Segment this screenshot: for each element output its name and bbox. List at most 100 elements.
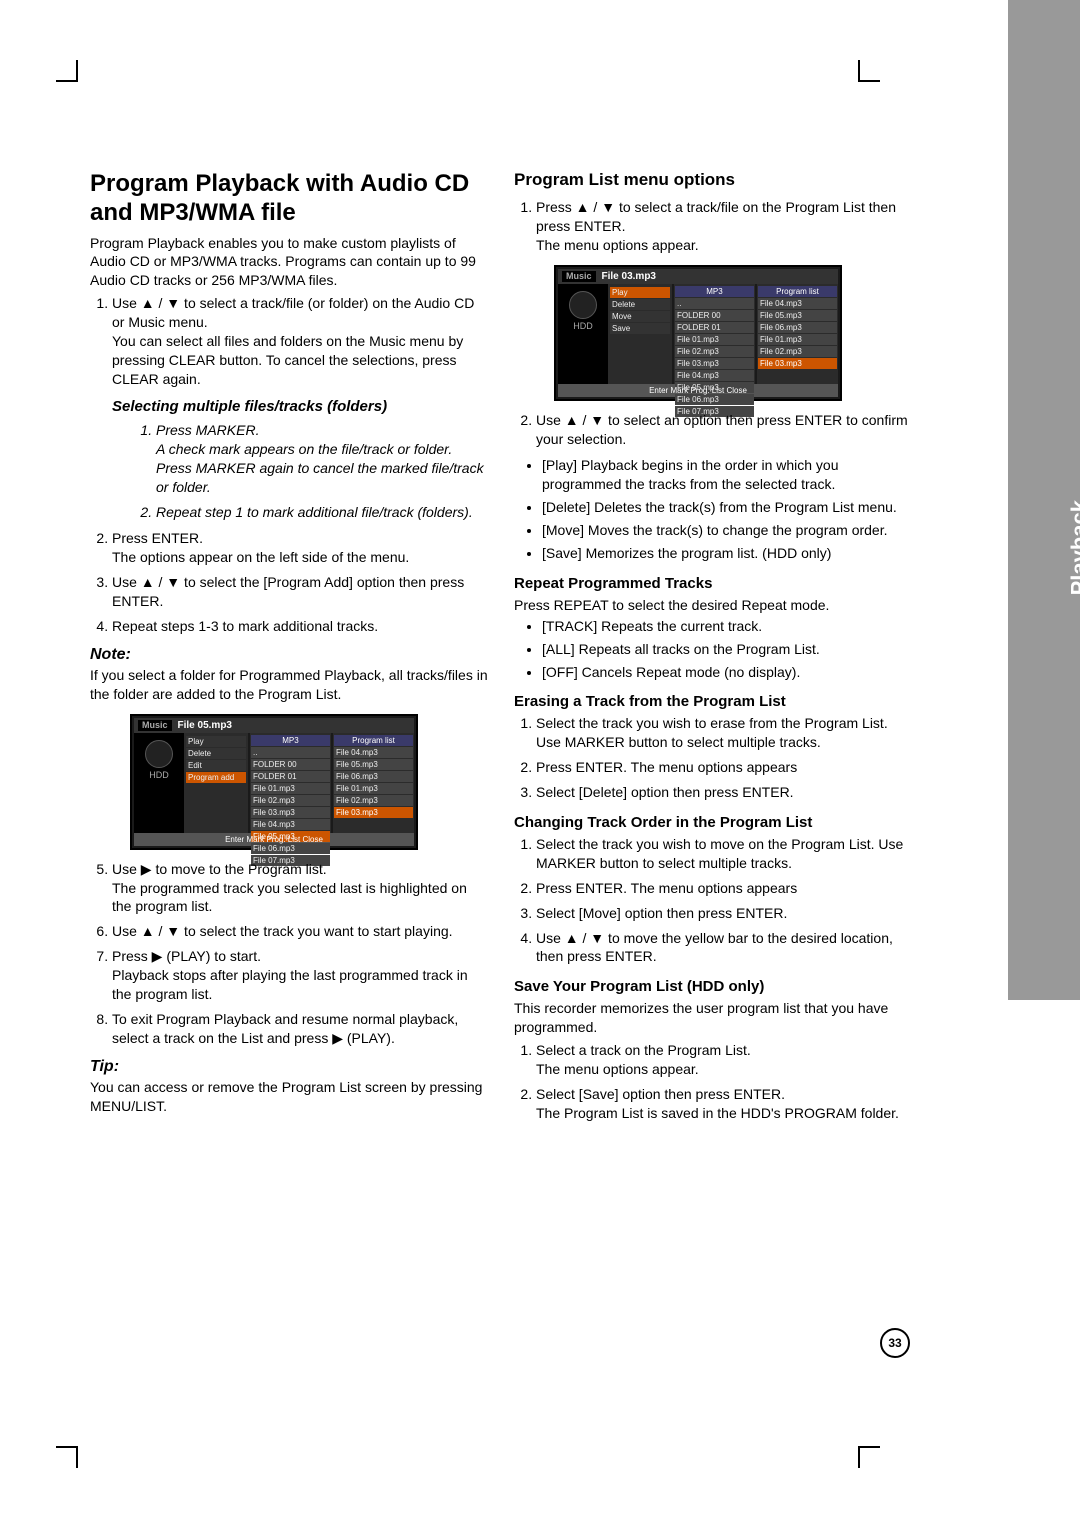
shot1-file-column: MP3 .. FOLDER 00 FOLDER 01 File 01.mp3 F… (250, 733, 331, 833)
note-paragraph: If you select a folder for Programmed Pl… (90, 666, 490, 704)
crop-mark-top-right (858, 60, 880, 82)
hdd-icon (145, 740, 173, 768)
shot2-mid-2: FOLDER 01 (675, 322, 754, 333)
page: Playback Program Playback with Audio CD … (0, 0, 1080, 1528)
note-heading: Note: (90, 646, 490, 664)
sel-1a: Press MARKER. (156, 422, 259, 438)
step-8: To exit Program Playback and resume norm… (112, 1010, 490, 1048)
save-p: This recorder memorizes the user program… (514, 999, 914, 1037)
shot1-menu-column: Play Delete Edit Program add (184, 733, 248, 833)
shot1-menu-programadd: Program add (186, 772, 246, 783)
shot2-mid-8: File 06.mp3 (675, 394, 754, 405)
shot1-mid-3: File 01.mp3 (251, 783, 330, 794)
rb-all: [ALL] Repeats all tracks on the Program … (542, 640, 914, 659)
shot1-r1: File 05.mp3 (334, 759, 413, 770)
step-7a: Press ▶ (PLAY) to start. (112, 948, 261, 964)
option-bullets: [Play] Playback begins in the order in w… (514, 456, 914, 562)
shot2-r3: File 01.mp3 (758, 334, 837, 345)
shot2-r2: File 06.mp3 (758, 322, 837, 333)
shot2-hdd-label: HDD (558, 321, 608, 331)
e3: Select [Delete] option then press ENTER. (536, 783, 914, 802)
change-heading: Changing Track Order in the Program List (514, 814, 914, 831)
shot1-mid-5: File 03.mp3 (251, 807, 330, 818)
sel-step-1: Press MARKER. A check mark appears on th… (156, 421, 490, 497)
ui-screenshot-1: Music File 05.mp3 HDD Play Delete Edit P… (130, 714, 418, 850)
shot2-mid-5: File 03.mp3 (675, 358, 754, 369)
step-3: Use ▲ / ▼ to select the [Program Add] op… (112, 573, 490, 611)
shot2-left-panel: HDD (558, 284, 608, 384)
right-ol-1: Press ▲ / ▼ to select a track/file on th… (514, 198, 914, 255)
shot1-mid-6: File 04.mp3 (251, 819, 330, 830)
r-step-2: Use ▲ / ▼ to select an option then press… (536, 411, 914, 449)
opt-move: [Move] Moves the track(s) to change the … (542, 521, 914, 540)
shot1-r4: File 02.mp3 (334, 795, 413, 806)
selecting-heading: Selecting multiple files/tracks (folders… (112, 397, 490, 417)
rb-off: [OFF] Cancels Repeat mode (no display). (542, 663, 914, 682)
rb-track: [TRACK] Repeats the current track. (542, 617, 914, 636)
c4: Use ▲ / ▼ to move the yellow bar to the … (536, 929, 914, 967)
shot1-left-panel: HDD (134, 733, 184, 833)
right-heading: Program List menu options (514, 170, 914, 190)
shot1-r0: File 04.mp3 (334, 747, 413, 758)
shot2-mid-4: File 02.mp3 (675, 346, 754, 357)
repeat-heading: Repeat Programmed Tracks (514, 575, 914, 592)
e2: Press ENTER. The menu options appears (536, 758, 914, 777)
tip-paragraph: You can access or remove the Program Lis… (90, 1078, 490, 1116)
intro-paragraph: Program Playback enables you to make cus… (90, 234, 490, 291)
right-ol-2: Use ▲ / ▼ to select an option then press… (514, 411, 914, 449)
sel-step-2: Repeat step 1 to mark additional file/tr… (156, 503, 490, 522)
shot1-r3: File 01.mp3 (334, 783, 413, 794)
change-list: Select the track you wish to move on the… (514, 835, 914, 966)
shot2-program-column: Program list File 04.mp3 File 05.mp3 Fil… (757, 284, 838, 384)
step-1-text-a: Use ▲ / ▼ to select a track/file (or fol… (112, 295, 474, 330)
shot2-mid-6: File 04.mp3 (675, 370, 754, 381)
shot1-hdd-label: HDD (134, 770, 184, 780)
page-number: 33 (880, 1328, 910, 1358)
shot2-r0: File 04.mp3 (758, 298, 837, 309)
shot2-title: File 03.mp3 (596, 271, 834, 282)
s1a: Select a track on the Program List. (536, 1042, 751, 1058)
erase-list: Select the track you wish to erase from … (514, 714, 914, 802)
shot1-music-label: Music (138, 720, 172, 731)
s2: Select [Save] option then press ENTER. T… (536, 1085, 914, 1123)
step-5: Use ▶ to move to the Program list. The p… (112, 860, 490, 917)
shot1-program-column: Program list File 04.mp3 File 05.mp3 Fil… (333, 733, 414, 833)
save-heading: Save Your Program List (HDD only) (514, 978, 914, 995)
shot2-prog-hdr: Program list (758, 286, 837, 297)
shot1-mid-0: .. (251, 747, 330, 758)
erase-heading: Erasing a Track from the Program List (514, 693, 914, 710)
main-heading: Program Playback with Audio CD and MP3/W… (90, 170, 490, 228)
shot1-title: File 05.mp3 (172, 720, 410, 731)
shot2-mid-3: File 01.mp3 (675, 334, 754, 345)
shot1-menu-delete: Delete (186, 748, 246, 759)
shot2-menu-save: Save (610, 323, 670, 334)
ui-screenshot-2: Music File 03.mp3 HDD Play Delete Move S… (554, 265, 842, 401)
shot1-r5: File 03.mp3 (334, 807, 413, 818)
s2b: The Program List is saved in the HDD's P… (536, 1105, 899, 1121)
step-1: Use ▲ / ▼ to select a track/file (or fol… (112, 294, 490, 521)
step-7: Press ▶ (PLAY) to start. Playback stops … (112, 947, 490, 1004)
opt-delete: [Delete] Deletes the track(s) from the P… (542, 498, 914, 517)
c1: Select the track you wish to move on the… (536, 835, 914, 873)
step-6: Use ▲ / ▼ to select the track you want t… (112, 922, 490, 941)
step-5b: The programmed track you selected last i… (112, 880, 467, 915)
c2: Press ENTER. The menu options appears (536, 879, 914, 898)
shot2-menu-delete: Delete (610, 299, 670, 310)
repeat-bullets: [TRACK] Repeats the current track. [ALL]… (514, 617, 914, 682)
crop-mark-bottom-left (56, 1446, 78, 1468)
shot2-menu-move: Move (610, 311, 670, 322)
e1: Select the track you wish to erase from … (536, 714, 914, 752)
r-step-1: Press ▲ / ▼ to select a track/file on th… (536, 198, 914, 255)
shot2-menu-column: Play Delete Move Save (608, 284, 672, 384)
shot2-menu-play: Play (610, 287, 670, 298)
side-tab-label: Playback (1066, 500, 1080, 595)
shot2-mid-0: .. (675, 298, 754, 309)
shot1-menu-edit: Edit (186, 760, 246, 771)
step-2: Press ENTER. The options appear on the l… (112, 529, 490, 567)
s1b: The menu options appear. (536, 1061, 699, 1077)
step-4: Repeat steps 1-3 to mark additional trac… (112, 617, 490, 636)
shot1-prog-hdr: Program list (334, 735, 413, 746)
side-tab-bar: Playback (1008, 0, 1080, 1000)
tip-heading: Tip: (90, 1058, 490, 1076)
content-columns: Program Playback with Audio CD and MP3/W… (90, 170, 920, 1131)
